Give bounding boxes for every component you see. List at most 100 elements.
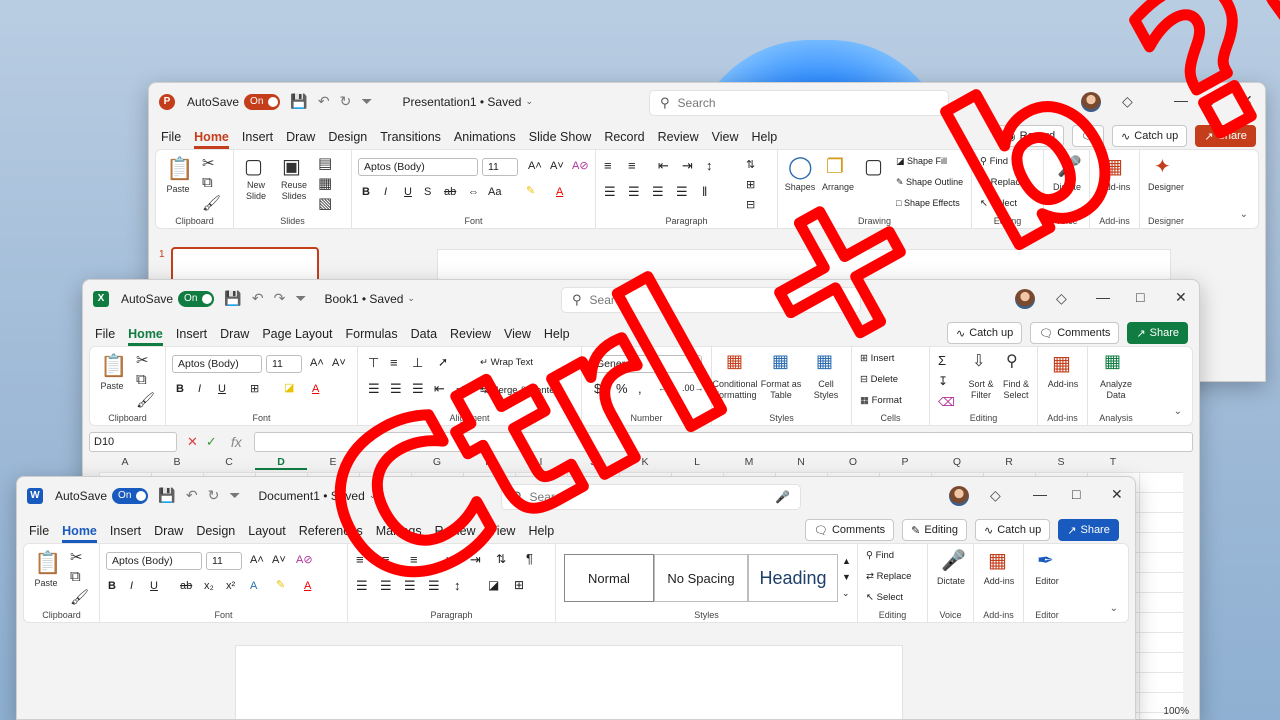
- section-icon[interactable]: ▧: [318, 194, 332, 212]
- close-icon[interactable]: ✕: [1175, 289, 1187, 306]
- add-ins-icon[interactable]: ▦: [1104, 154, 1123, 179]
- insert-function-icon[interactable]: fx: [231, 434, 242, 450]
- bold-icon[interactable]: B: [108, 580, 116, 592]
- document-title[interactable]: Presentation1 • Saved: [403, 95, 522, 109]
- strikethrough-icon[interactable]: ab: [180, 580, 192, 592]
- currency-icon[interactable]: $: [594, 381, 601, 396]
- minimize-icon[interactable]: —: [1096, 289, 1110, 305]
- maximize-icon[interactable]: □: [1204, 92, 1212, 108]
- cell-styles-icon[interactable]: ▦: [816, 351, 833, 372]
- tab-references[interactable]: References: [299, 524, 363, 543]
- shapes-icon[interactable]: ◯: [788, 154, 813, 180]
- align-center-icon[interactable]: ☰: [628, 184, 640, 200]
- bold-icon[interactable]: B: [362, 186, 370, 198]
- shape-effects-button[interactable]: □ Shape Effects: [896, 198, 960, 208]
- select-button[interactable]: ↖ Select: [980, 198, 1017, 209]
- clear-formatting-icon[interactable]: A⊘: [572, 159, 589, 172]
- column-header[interactable]: L: [671, 456, 723, 470]
- comma-style-icon[interactable]: ,: [638, 381, 642, 396]
- editor-pen-icon[interactable]: ✒: [1037, 548, 1054, 573]
- shrink-font-icon[interactable]: A˅: [550, 160, 564, 172]
- replace-button[interactable]: ⇄ Replace: [866, 571, 911, 582]
- autosave-toggle[interactable]: On: [178, 290, 215, 307]
- close-icon[interactable]: ✕: [1241, 92, 1253, 109]
- tab-file[interactable]: File: [95, 327, 115, 346]
- avatar[interactable]: [1015, 289, 1035, 309]
- superscript-icon[interactable]: x²: [226, 580, 235, 592]
- column-header[interactable]: E: [307, 456, 359, 470]
- character-spacing-icon[interactable]: ⇔: [468, 186, 479, 198]
- quick-styles-icon[interactable]: ▢: [864, 154, 883, 179]
- strikethrough-icon[interactable]: ab: [444, 186, 456, 198]
- text-direction-icon[interactable]: ⇅: [746, 158, 755, 171]
- tab-draw[interactable]: Draw: [220, 327, 249, 346]
- microphone-icon[interactable]: 🎤: [1057, 154, 1082, 179]
- customize-qat-icon[interactable]: ⏷: [229, 487, 240, 504]
- column-header[interactable]: F: [359, 456, 411, 470]
- find-select-icon[interactable]: ⚲: [1006, 351, 1018, 371]
- shadow-icon[interactable]: S: [424, 186, 431, 198]
- font-name-dropdown[interactable]: Aptos (Body): [106, 552, 202, 570]
- copy-icon[interactable]: ⧉: [70, 568, 81, 585]
- column-header[interactable]: G: [411, 456, 463, 470]
- redo-icon[interactable]: ↻: [340, 93, 352, 110]
- tab-animations[interactable]: Animations: [454, 130, 516, 149]
- add-ins-icon[interactable]: ▦: [1052, 351, 1071, 376]
- grow-font-icon[interactable]: A˄: [250, 554, 264, 566]
- font-color-icon[interactable]: A: [556, 186, 563, 198]
- tab-design[interactable]: Design: [196, 524, 235, 543]
- tab-home[interactable]: Home: [62, 524, 97, 543]
- column-header[interactable]: C: [203, 456, 255, 470]
- layout-icon[interactable]: ▤: [318, 154, 332, 172]
- column-header[interactable]: N: [775, 456, 827, 470]
- document-page[interactable]: [235, 645, 903, 719]
- share-button[interactable]: ↗ Share: [1127, 322, 1188, 344]
- tab-view[interactable]: View: [712, 130, 739, 149]
- columns-icon[interactable]: ‖: [702, 184, 707, 199]
- document-title[interactable]: Document1 • Saved: [259, 489, 365, 503]
- percent-icon[interactable]: %: [616, 381, 628, 396]
- tab-file[interactable]: File: [29, 524, 49, 543]
- premium-diamond-icon[interactable]: ◇: [990, 487, 1001, 504]
- bold-icon[interactable]: B: [176, 383, 184, 395]
- style-normal[interactable]: Normal: [564, 554, 654, 602]
- chevron-down-icon[interactable]: ⌄: [525, 96, 533, 107]
- find-button[interactable]: ⚲ Find: [980, 156, 1008, 167]
- increase-indent-icon[interactable]: ⇥: [470, 552, 481, 568]
- increase-decimal-icon[interactable]: ←.0: [658, 383, 675, 393]
- numbering-icon[interactable]: ≡: [382, 552, 390, 567]
- align-right-icon[interactable]: ☰: [652, 184, 664, 200]
- formula-input[interactable]: [253, 432, 1193, 452]
- search-box[interactable]: ⚲ Search 🎤: [501, 484, 801, 510]
- copy-icon[interactable]: ⧉: [202, 174, 213, 191]
- redo-icon[interactable]: ↷: [274, 290, 286, 307]
- catch-up-button[interactable]: ∿ Catch up: [975, 519, 1051, 541]
- column-header[interactable]: D: [255, 456, 307, 470]
- decrease-indent-icon[interactable]: ⇤: [434, 381, 445, 397]
- tab-insert[interactable]: Insert: [110, 524, 141, 543]
- tab-transitions[interactable]: Transitions: [380, 130, 441, 149]
- document-title[interactable]: Book1 • Saved: [325, 292, 404, 306]
- borders-icon[interactable]: ⊞: [250, 382, 259, 395]
- tab-review[interactable]: Review: [658, 130, 699, 149]
- line-spacing-icon[interactable]: ↕: [706, 158, 713, 173]
- undo-icon[interactable]: ↶: [186, 487, 198, 504]
- top-align-icon[interactable]: ⊤: [368, 355, 379, 371]
- autosum-icon[interactable]: Σ: [938, 353, 946, 368]
- share-button[interactable]: ↗ Share: [1195, 125, 1256, 147]
- styles-scroll-down-icon[interactable]: ▼: [842, 572, 851, 582]
- show-formatting-marks-icon[interactable]: ¶: [526, 551, 533, 566]
- tab-insert[interactable]: Insert: [176, 327, 207, 346]
- orientation-icon[interactable]: ➚: [438, 355, 448, 369]
- autosave-toggle[interactable]: On: [244, 93, 281, 110]
- save-icon[interactable]: 💾: [158, 487, 175, 504]
- customize-qat-icon[interactable]: ⏷: [361, 93, 372, 110]
- enter-icon[interactable]: ✓: [206, 434, 217, 450]
- highlight-icon[interactable]: ✎: [526, 184, 535, 197]
- justify-icon[interactable]: ☰: [428, 578, 440, 594]
- copy-icon[interactable]: ⧉: [136, 371, 147, 388]
- format-painter-icon[interactable]: 🖌: [202, 194, 221, 212]
- tab-home[interactable]: Home: [194, 130, 229, 149]
- tab-layout[interactable]: Layout: [248, 524, 286, 543]
- save-icon[interactable]: 💾: [290, 93, 307, 110]
